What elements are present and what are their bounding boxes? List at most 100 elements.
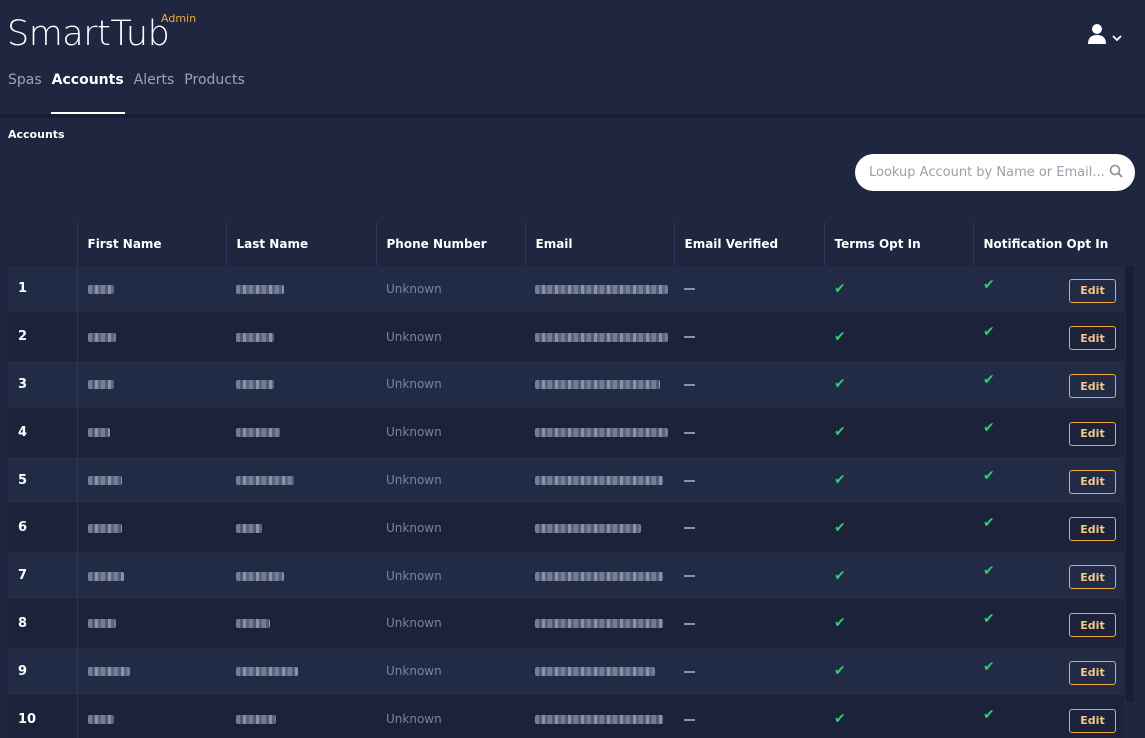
row-index: 2	[8, 312, 78, 361]
app-header: SmartTub Admin Spas Accounts Alerts Prod…	[0, 0, 1145, 114]
terms-opt-in-cell: ✔	[824, 455, 973, 504]
dash-icon	[684, 575, 695, 578]
last-name-cell	[226, 407, 376, 457]
email-cell	[525, 646, 674, 696]
user-menu-button[interactable]	[1088, 22, 1132, 50]
phone-number-cell: Unknown	[376, 264, 525, 313]
header-last-name[interactable]: Last Name	[225, 222, 376, 265]
phone-number-cell: Unknown	[376, 599, 525, 648]
edit-button[interactable]: Edit	[1069, 469, 1116, 494]
notification-opt-in-cell: ✔ Edit	[973, 264, 1124, 313]
redacted-first-name	[87, 619, 116, 629]
first-name-cell	[77, 407, 226, 457]
redacted-last-name	[236, 284, 284, 294]
redacted-last-name	[236, 619, 270, 629]
table-row: 2 Unknown ✔ ✔ Edit	[8, 312, 1124, 361]
page-title: Accounts	[8, 128, 65, 141]
notification-opt-in-cell: ✔ Edit	[973, 694, 1124, 738]
header-email[interactable]: Email	[524, 222, 674, 265]
notification-opt-in-cell: ✔ Edit	[973, 599, 1124, 648]
header-divider	[0, 114, 1145, 118]
email-cell	[525, 312, 674, 361]
phone-number-cell: Unknown	[376, 312, 525, 361]
phone-number-cell: Unknown	[376, 503, 525, 552]
dash-icon	[684, 479, 695, 482]
notification-opt-in-cell: ✔ Edit	[973, 407, 1124, 457]
check-icon: ✔	[834, 280, 846, 297]
edit-button[interactable]: Edit	[1069, 660, 1116, 685]
table-row: 4 Unknown ✔ ✔ Edit	[8, 407, 1124, 457]
user-icon	[1088, 23, 1106, 49]
row-index: 4	[8, 407, 78, 457]
last-name-cell	[226, 503, 376, 552]
search-input[interactable]	[869, 165, 1109, 180]
check-icon: ✔	[983, 611, 995, 628]
notification-opt-in-cell: ✔ Edit	[973, 503, 1124, 552]
row-index: 10	[8, 694, 78, 738]
nav-accounts[interactable]: Accounts	[50, 72, 134, 114]
table-row: 6 Unknown ✔ ✔ Edit	[8, 503, 1124, 552]
edit-button[interactable]: Edit	[1069, 517, 1116, 542]
edit-button[interactable]: Edit	[1069, 565, 1116, 590]
first-name-cell	[77, 599, 226, 648]
redacted-last-name	[236, 380, 274, 390]
header-email-verified[interactable]: Email Verified	[673, 222, 824, 265]
redacted-first-name	[87, 715, 114, 725]
row-index: 8	[8, 599, 78, 648]
search-icon[interactable]	[1109, 163, 1123, 182]
redacted-email	[535, 715, 663, 725]
check-icon: ✔	[983, 467, 995, 484]
redacted-first-name	[87, 332, 116, 342]
redacted-last-name	[236, 332, 274, 342]
header-phone-number[interactable]: Phone Number	[375, 222, 525, 265]
redacted-last-name	[236, 523, 262, 533]
edit-button[interactable]: Edit	[1069, 374, 1116, 399]
email-cell	[525, 360, 674, 409]
header-terms-opt-in[interactable]: Terms Opt In	[823, 222, 973, 265]
phone-number-cell: Unknown	[376, 407, 525, 457]
redacted-first-name	[87, 571, 124, 581]
redacted-email	[535, 428, 668, 438]
header-first-name[interactable]: First Name	[76, 222, 226, 265]
nav-alerts[interactable]: Alerts	[134, 72, 185, 114]
phone-number-cell: Unknown	[376, 360, 525, 409]
email-verified-cell	[674, 264, 824, 313]
email-verified-cell	[674, 503, 824, 552]
first-name-cell	[77, 312, 226, 361]
last-name-cell	[226, 694, 376, 738]
email-cell	[525, 264, 674, 313]
search-box	[855, 154, 1135, 191]
check-icon: ✔	[834, 663, 846, 680]
redacted-email	[535, 284, 668, 294]
email-cell	[525, 407, 674, 457]
email-verified-cell	[674, 360, 824, 409]
edit-button[interactable]: Edit	[1069, 708, 1116, 733]
edit-button[interactable]: Edit	[1069, 421, 1116, 446]
edit-button[interactable]: Edit	[1069, 613, 1116, 638]
nav-products[interactable]: Products	[184, 72, 254, 114]
row-index: 7	[8, 551, 78, 600]
check-icon: ✔	[834, 424, 846, 441]
row-index: 1	[8, 264, 78, 313]
check-icon: ✔	[834, 376, 846, 393]
phone-number-cell: Unknown	[376, 694, 525, 738]
row-index: 6	[8, 503, 78, 552]
nav-spas[interactable]: Spas	[8, 72, 52, 114]
table-scrollbar[interactable]	[1126, 266, 1134, 702]
table-row: 8 Unknown ✔ ✔ Edit	[8, 599, 1124, 648]
email-cell	[525, 599, 674, 648]
email-cell	[525, 503, 674, 552]
last-name-cell	[226, 312, 376, 361]
terms-opt-in-cell: ✔	[824, 503, 973, 552]
check-icon: ✔	[983, 276, 995, 293]
row-index: 9	[8, 646, 78, 696]
terms-opt-in-cell: ✔	[824, 694, 973, 738]
edit-button[interactable]: Edit	[1069, 326, 1116, 351]
edit-button[interactable]: Edit	[1069, 278, 1116, 303]
notification-opt-in-cell: ✔ Edit	[973, 551, 1124, 600]
check-icon: ✔	[834, 328, 846, 345]
check-icon: ✔	[983, 324, 995, 341]
email-cell	[525, 551, 674, 600]
header-notification-opt-in[interactable]: Notification Opt In	[972, 222, 1124, 265]
dash-icon	[684, 670, 695, 673]
